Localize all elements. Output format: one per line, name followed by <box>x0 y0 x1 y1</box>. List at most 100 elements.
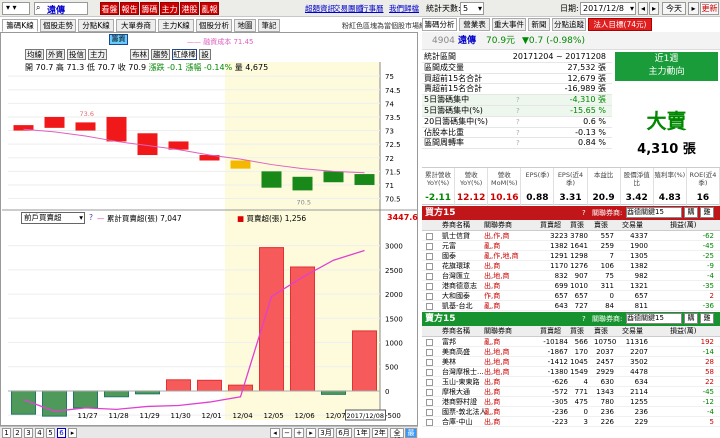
subtab-trust[interactable]: 投信 <box>67 49 86 60</box>
table-cell[interactable]: 美商高盛 <box>442 347 470 357</box>
table-cell[interactable]: 台灣摩根士... <box>442 367 484 377</box>
tab-map[interactable]: 地圖 <box>234 19 256 32</box>
zoom-out-icon[interactable]: − <box>282 428 292 438</box>
row-checkbox[interactable] <box>426 233 433 240</box>
column-header[interactable]: 關聯券商 <box>484 220 512 231</box>
range-1y[interactable]: 1年 <box>354 428 370 438</box>
row-checkbox[interactable] <box>426 379 433 386</box>
toolbar-button-4[interactable]: 港股 <box>180 2 199 15</box>
toolbar-button-0[interactable]: 看盤 <box>100 2 119 15</box>
table-cell[interactable]: 玉山-東東路 <box>442 377 480 387</box>
table-cell[interactable]: 摩根大通 <box>442 387 470 397</box>
subtab-redgreen[interactable]: 紅綠棒 <box>172 49 197 60</box>
row-checkbox[interactable] <box>426 399 433 406</box>
buy-related-select[interactable]: 酉德關鍵15 <box>626 207 682 218</box>
page-next[interactable]: ▸ <box>68 428 77 438</box>
tab-branch-track[interactable]: 分點追蹤 <box>552 18 586 31</box>
column-header[interactable]: 買張 <box>570 220 584 231</box>
column-header[interactable]: 賣張 <box>594 220 608 231</box>
table-row[interactable]: 港商野村證 出,商 -305 475 780 1255 -12 <box>422 397 720 407</box>
tab-main-kline[interactable]: 主力K線 <box>158 19 194 32</box>
range-max[interactable]: 最 <box>405 428 417 438</box>
scroll-right-button[interactable]: ▸ <box>306 428 316 438</box>
table-cell[interactable]: 港商野村證 <box>442 397 477 407</box>
row-checkbox[interactable] <box>426 389 433 396</box>
column-header[interactable]: 買張 <box>570 326 584 337</box>
tab-chip-kline[interactable]: 籌碼K線 <box>2 19 38 32</box>
table-cell[interactable]: 富邦 <box>442 337 456 347</box>
days-select[interactable]: 5 ▾ <box>460 2 484 15</box>
page-5[interactable]: 5 <box>46 428 55 438</box>
scroll-left-button[interactable]: ◂ <box>270 428 280 438</box>
column-header[interactable]: 交易量 <box>622 326 643 337</box>
toolbar-button-3[interactable]: 主力 <box>160 2 179 15</box>
table-row[interactable]: 美商高盛 出,地,商 -1867 170 2037 2207 -14 <box>422 347 720 357</box>
subtab-ma[interactable]: 均線 <box>25 49 44 60</box>
column-header[interactable]: 買賣超 <box>540 220 561 231</box>
column-header[interactable]: 券商名稱 <box>442 220 470 231</box>
page-4[interactable]: 4 <box>35 428 44 438</box>
tab-revenue[interactable]: 營業表 <box>459 18 490 31</box>
table-cell[interactable]: 國泰 <box>442 251 456 261</box>
subtab-foreign[interactable]: 外資 <box>46 49 65 60</box>
zoom-in-icon[interactable]: + <box>294 428 304 438</box>
table-row[interactable]: 玉山-東東路 出,商 -626 4 630 634 22 <box>422 377 720 387</box>
tab-news[interactable]: 新聞 <box>528 18 550 31</box>
table-row[interactable]: 凱士信貸 出,作,商 3223 3780 557 4337 -62 <box>422 231 720 241</box>
column-header[interactable]: 交易量 <box>622 220 643 231</box>
table-cell[interactable]: 美林 <box>442 357 456 367</box>
row-checkbox[interactable] <box>426 419 433 426</box>
range-3m[interactable]: 3月 <box>318 428 334 438</box>
sell-related-select[interactable]: 酉德關鍵15 <box>626 313 682 324</box>
table-cell[interactable]: 國票-敦北法人 <box>442 407 487 417</box>
table-row[interactable]: 元富 亂,商 1382 1641 259 1900 -45 <box>422 241 720 251</box>
table-cell[interactable]: 花旗環球 <box>442 261 470 271</box>
tab-branch-kline[interactable]: 分點K線 <box>78 19 114 32</box>
row-checkbox[interactable] <box>426 253 433 260</box>
table-cell[interactable]: 凱基-台北 <box>442 301 473 311</box>
tab-chip-analysis[interactable]: 籌碼分析 <box>422 18 457 31</box>
tab-stock-analysis[interactable]: 個股分析 <box>196 19 232 32</box>
table-row[interactable]: 摩根大通 出,商 -572 771 1343 2114 -45 <box>422 387 720 397</box>
table-row[interactable]: 美林 出,地,商 -1412 1045 2457 3502 28 <box>422 357 720 367</box>
next-button[interactable]: ▸ <box>688 2 699 15</box>
today-button[interactable]: 今天 <box>662 2 686 15</box>
column-header[interactable]: 損益(萬) <box>670 326 696 337</box>
table-row[interactable]: 港商德意志 出,商 699 1010 311 1321 -35 <box>422 281 720 291</box>
row-checkbox[interactable] <box>426 283 433 290</box>
table-row[interactable]: 台灣匯立 出,地,商 832 907 75 982 -4 <box>422 271 720 281</box>
row-checkbox[interactable] <box>426 409 433 416</box>
row-checkbox[interactable] <box>426 263 433 270</box>
range-all[interactable]: 全部 <box>390 428 404 438</box>
table-cell[interactable]: 港商德意志 <box>442 281 477 291</box>
subtab-main[interactable]: 主力 <box>88 49 107 60</box>
toolbar-button-1[interactable]: 報告 <box>120 2 139 15</box>
menu-dropdown[interactable]: ▾ ▾ <box>2 2 30 15</box>
table-cell[interactable]: 合庫-中山 <box>442 417 473 427</box>
table-cell[interactable]: 台灣匯立 <box>442 271 470 281</box>
link-1[interactable]: 交易團體 <box>333 3 363 14</box>
buy-btn-1[interactable]: 購 <box>684 207 698 218</box>
tab-trend[interactable]: 個股走勢 <box>40 19 76 32</box>
row-checkbox[interactable] <box>426 273 433 280</box>
range-6m[interactable]: 6月 <box>336 428 352 438</box>
page-6[interactable]: 6 <box>57 428 66 438</box>
table-cell[interactable]: 大和國泰 <box>442 291 470 301</box>
table-row[interactable]: 富邦 亂,商 -10184 566 10750 11316 192 <box>422 337 720 347</box>
toolbar-button-5[interactable]: 亂報 <box>200 2 219 15</box>
row-checkbox[interactable] <box>426 359 433 366</box>
column-header[interactable]: 關聯券商 <box>484 326 512 337</box>
table-row[interactable]: 台灣摩根士... 出,地,商 -1380 1549 2929 4478 58 <box>422 367 720 377</box>
stock-search-box[interactable]: ⌕ 遠傳 <box>34 2 88 16</box>
refresh-button[interactable]: 更新 <box>700 2 719 15</box>
table-row[interactable]: 國票-敦北法人 亂,商 -236 0 236 236 -4 <box>422 407 720 417</box>
row-checkbox[interactable] <box>426 243 433 250</box>
row-checkbox[interactable] <box>426 349 433 356</box>
sell-btn-1[interactable]: 購 <box>684 313 698 324</box>
column-header[interactable]: 券商名稱 <box>442 326 470 337</box>
table-row[interactable]: 合庫-中山 出,商 -223 3 226 229 5 <box>422 417 720 427</box>
tab-notes[interactable]: 筆記 <box>258 19 280 32</box>
table-cell[interactable]: 凱士信貸 <box>442 231 470 241</box>
row-checkbox[interactable] <box>426 369 433 376</box>
date-select[interactable]: 2017/12/8 ▾ <box>580 2 636 15</box>
